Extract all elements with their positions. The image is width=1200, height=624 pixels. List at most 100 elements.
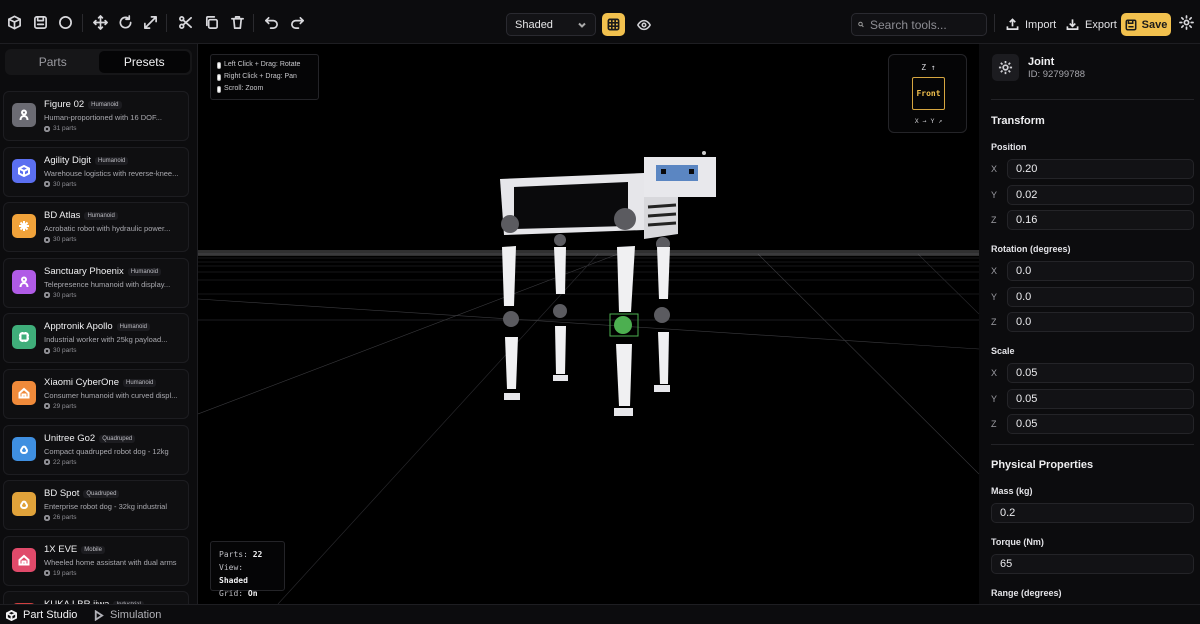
search-icon bbox=[858, 21, 864, 28]
cut-icon[interactable] bbox=[175, 12, 195, 32]
toolbar-divider bbox=[994, 14, 995, 32]
scale-z-field[interactable]: 0.05 bbox=[1007, 414, 1194, 434]
copy-icon[interactable] bbox=[201, 12, 221, 32]
preset-description: Human-proportioned with 16 DOF... bbox=[44, 113, 162, 122]
preset-card[interactable]: Apptronik Apollo Humanoid Industrial worke… bbox=[3, 313, 189, 364]
grid-toggle-button[interactable] bbox=[602, 13, 625, 36]
divider bbox=[991, 99, 1194, 100]
preset-card[interactable]: BD Atlas Humanoid Acrobatic robot with hyd… bbox=[3, 202, 189, 253]
scene-stats-panel: Parts: 22 View: Shaded Grid: On bbox=[210, 541, 285, 598]
preset-category-badge: Quadruped bbox=[99, 434, 136, 443]
3d-viewport[interactable]: Left Click + Drag: Rotate Right Click + … bbox=[198, 44, 979, 604]
physical-properties-heading: Physical Properties bbox=[991, 459, 1094, 471]
selected-part-id: ID: 92799788 bbox=[1028, 69, 1086, 80]
torque-field[interactable]: 65 bbox=[991, 554, 1194, 574]
parts-count-icon bbox=[44, 570, 50, 577]
scene-canvas[interactable] bbox=[198, 44, 979, 604]
part-studio-tab[interactable]: Part Studio bbox=[6, 609, 77, 621]
preset-card[interactable]: BD Spot Quadruped Enterprise robot dog - 3… bbox=[3, 480, 189, 531]
save-disk-icon[interactable] bbox=[30, 12, 50, 32]
preset-card[interactable]: Figure 02 Humanoid Human-proportioned with… bbox=[3, 91, 189, 141]
preset-category-badge: Humanoid bbox=[127, 267, 162, 276]
view-cube-face[interactable]: Front bbox=[912, 77, 945, 110]
position-z-label: Z bbox=[991, 215, 997, 225]
move-icon[interactable] bbox=[90, 12, 110, 32]
parts-count-icon bbox=[44, 514, 50, 521]
mouse-icon bbox=[217, 73, 221, 81]
preset-description: Consumer humanoid with curved displ... bbox=[44, 390, 178, 400]
rotate-icon[interactable] bbox=[115, 12, 135, 32]
cube-icon bbox=[12, 158, 36, 183]
tab-presets[interactable]: Presets bbox=[98, 51, 190, 73]
simulation-tab[interactable]: Simulation bbox=[93, 609, 161, 621]
search-input[interactable] bbox=[870, 17, 980, 32]
preset-card[interactable]: Agility Digit Humanoid Warehouse logistics… bbox=[3, 146, 189, 197]
redo-icon[interactable] bbox=[287, 12, 307, 32]
position-x-label: X bbox=[991, 164, 998, 174]
mass-field[interactable]: 0.2 bbox=[991, 503, 1194, 523]
preset-name: Apptronik Apollo Humanoid bbox=[44, 321, 151, 332]
view-cube[interactable]: Z ↑ Front X → Y ↗ bbox=[888, 54, 967, 133]
scale-label: Scale bbox=[991, 346, 1015, 356]
preset-category-badge: Humanoid bbox=[84, 212, 118, 221]
preset-description: Enterprise robot dog - 32kg industrial bbox=[44, 502, 167, 512]
preset-description: Acrobatic robot with hydraulic power... bbox=[44, 224, 171, 234]
position-x-field[interactable]: 0.20 bbox=[1007, 159, 1194, 179]
scale-y-field[interactable]: 0.05 bbox=[1007, 389, 1194, 409]
preset-part-count: 22 parts bbox=[44, 459, 77, 466]
position-y-label: Y bbox=[991, 190, 998, 200]
export-label: Export bbox=[1085, 18, 1117, 31]
settings-gear-icon[interactable] bbox=[1176, 12, 1196, 32]
export-button[interactable]: Export bbox=[1062, 13, 1121, 36]
preset-part-count: 31 parts bbox=[44, 125, 77, 132]
save-button[interactable]: Save bbox=[1121, 13, 1171, 36]
hint-pan: Right Click + Drag: Pan bbox=[224, 73, 297, 80]
circle-icon[interactable] bbox=[55, 12, 75, 32]
preset-name: 1X EVE Mobile bbox=[44, 544, 105, 555]
import-button[interactable]: Import bbox=[1002, 13, 1060, 36]
preset-card[interactable]: Sanctuary Phoenix Humanoid Telepresence hu… bbox=[3, 257, 189, 308]
trash-icon[interactable] bbox=[227, 12, 247, 32]
view-mode-select[interactable]: Shaded bbox=[506, 13, 596, 36]
simulation-label: Simulation bbox=[110, 609, 162, 621]
preset-list: Figure 02 Humanoid Human-proportioned with… bbox=[3, 91, 189, 604]
scale-x-field[interactable]: 0.05 bbox=[1007, 363, 1194, 383]
tool-search bbox=[851, 13, 987, 36]
visibility-toggle-button[interactable] bbox=[632, 13, 655, 36]
stats-view-label: View: bbox=[219, 563, 244, 572]
stats-parts-label: Parts: bbox=[219, 550, 248, 559]
tab-parts[interactable]: Parts bbox=[7, 51, 99, 73]
parts-count-icon bbox=[44, 292, 50, 299]
axis-xy-label: X → Y ↗ bbox=[914, 117, 943, 125]
rotation-z-label: Z bbox=[991, 317, 997, 327]
front-face-label: Front bbox=[916, 89, 941, 98]
preset-card[interactable]: 1X EVE Mobile Wheeled home assistant with … bbox=[3, 535, 189, 586]
undo-icon[interactable] bbox=[261, 12, 281, 32]
torque-label: Torque (Nm) bbox=[991, 537, 1044, 547]
sidebar-tabs: Parts Presets bbox=[5, 49, 192, 75]
position-z-field[interactable]: 0.16 bbox=[1007, 210, 1194, 230]
rotation-z-field[interactable]: 0.0 bbox=[1007, 312, 1194, 332]
preset-name: BD Spot Quadruped bbox=[44, 488, 120, 499]
preset-card[interactable]: Unitree Go2 Quadruped Compact quadruped ro… bbox=[3, 424, 189, 475]
preset-name: Sanctuary Phoenix Humanoid bbox=[44, 266, 162, 277]
position-y-field[interactable]: 0.02 bbox=[1007, 185, 1194, 205]
rotation-y-field[interactable]: 0.0 bbox=[1007, 287, 1194, 307]
box-icon[interactable] bbox=[4, 12, 24, 32]
preset-card[interactable]: KUKA LBR iiwaIndustrial bbox=[3, 591, 189, 604]
preset-description: Warehouse logistics with reverse-knee... bbox=[44, 168, 179, 178]
stats-parts-value: 22 bbox=[252, 550, 263, 559]
scale-icon[interactable] bbox=[140, 12, 160, 32]
parts-count-icon bbox=[44, 403, 50, 410]
preset-part-count: 29 parts bbox=[44, 403, 77, 410]
home-icon bbox=[12, 380, 36, 405]
toolbar-divider bbox=[166, 14, 167, 32]
rotation-label: Rotation (degrees) bbox=[991, 244, 1071, 254]
joint-gear-icon bbox=[992, 54, 1019, 81]
rotation-x-field[interactable]: 0.0 bbox=[1007, 261, 1194, 281]
preset-part-count: 30 parts bbox=[44, 236, 77, 243]
box-icon bbox=[6, 609, 17, 621]
rotation-x-label: X bbox=[991, 266, 998, 276]
home-icon bbox=[12, 547, 36, 572]
preset-card[interactable]: Xiaomi CyberOne Humanoid Consumer humanoid… bbox=[3, 368, 189, 419]
